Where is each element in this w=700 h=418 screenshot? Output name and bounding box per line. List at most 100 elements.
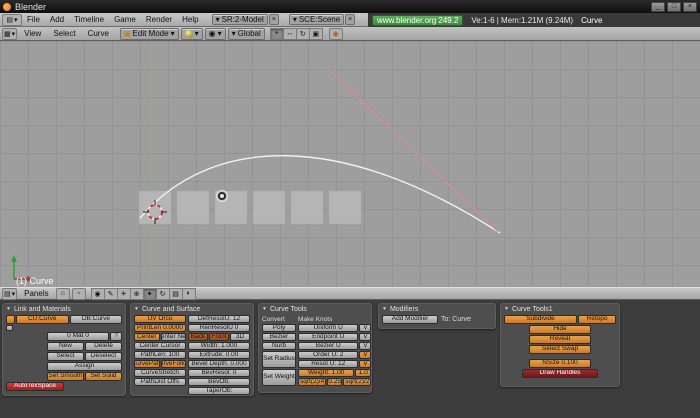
minimize-button[interactable]: _ [651,1,665,12]
screen-selector[interactable]: ▾ SR:2-Model [211,14,268,25]
weight-sqrt2-4-button[interactable]: sqrt(2)/4 [298,378,327,386]
convert-poly-button[interactable]: Poly [262,324,296,332]
rotate-manipulator-icon[interactable]: ↻ [295,27,310,40]
nsize-field[interactable]: NSize 0.100 [529,359,591,368]
shading-context-icon[interactable]: ☀ [116,287,131,300]
front-toggle[interactable]: Front [209,333,229,341]
viewport-canvas[interactable]: (1) Curve [0,41,700,287]
panels-menu[interactable]: Panels [19,289,53,298]
curve-datablock-field[interactable]: CU:Curve [16,315,69,324]
delete-screen-button[interactable]: × [268,14,279,25]
object-context-icon[interactable]: ⊕ [129,287,144,300]
material-new-button[interactable]: New [47,342,84,351]
collapse-triangle-icon[interactable]: ▼ [134,306,139,312]
weight-1-button[interactable]: 1.0 [355,369,371,377]
scene-selector[interactable]: ▾ SCE:Scene [288,14,345,25]
autotexspace-button[interactable]: AutoTexSpace [6,382,64,391]
width-field[interactable]: Width: 1.000 [188,342,250,350]
hide-button[interactable]: Hide [529,325,591,334]
collapse-triangle-icon[interactable]: ▼ [262,306,267,312]
fake-user-button[interactable] [6,325,13,331]
menu-game[interactable]: Game [109,15,141,24]
panel-header[interactable]: ▼ Curve and Surface [131,304,253,314]
center-cursor-button[interactable]: Center Cursor [134,342,186,350]
collapse-triangle-icon[interactable]: ▼ [504,306,509,312]
bevresol-field[interactable]: BevResol: 0 [188,369,250,377]
delete-scene-button[interactable]: × [345,14,356,25]
hand-tool-icon[interactable]: + [269,27,284,40]
bezier-u-button[interactable]: Bezier U [298,342,359,350]
defresolu-field[interactable]: DefResolU: 12 [188,315,250,323]
pivot-dropdown[interactable]: ◉ ▾ [204,27,226,40]
buttons-window-type-button[interactable]: ▤ ▾ [2,287,18,300]
renresolu-field[interactable]: RenResolU 0 [188,324,250,332]
endpoint-v-button[interactable]: V [359,333,371,341]
material-select-button[interactable]: Select [47,352,84,361]
script-context-icon[interactable]: ✎ [103,287,118,300]
resol-u-field[interactable]: Resol U: 12 [298,360,359,368]
translate-manipulator-icon[interactable]: ↔ [282,27,297,40]
pathlen-field[interactable]: PathLen: 100 [134,351,186,359]
window-type-menu-button[interactable]: ▤ ▾ [2,13,22,26]
material-deselect-button[interactable]: Deselect [85,352,122,361]
back-toggle[interactable]: Back [188,333,208,341]
proportional-edit-icon[interactable]: ◉ [328,27,343,40]
center-button[interactable]: Center [134,333,160,341]
taperob-field[interactable]: TaperOb: [188,387,250,395]
physics-context-icon[interactable]: ↻ [155,287,170,300]
menu-help[interactable]: Help [177,15,203,24]
panel-header[interactable]: ▼ Link and Materials [3,304,125,314]
menu-curve[interactable]: Curve [83,29,114,38]
datablock-browse-icon[interactable] [6,315,15,324]
bevob-field[interactable]: BevOb: [188,378,250,386]
draw-type-dropdown[interactable]: ▾ [180,27,203,40]
extrude-field[interactable]: Extrude: 0.00 [188,351,250,359]
weight-025-button[interactable]: 0.25 [327,378,343,386]
draw-handles-toggle[interactable]: Draw Handles [522,369,598,378]
order-v-field[interactable]: V [359,351,371,359]
curvefollow-toggle[interactable]: CurveFollow [160,360,186,368]
object-datablock-field[interactable]: OB:Curve [69,315,122,324]
center-new-button[interactable]: Center New [160,333,186,341]
set-radius-button[interactable]: Set Radius [262,351,296,368]
material-assign-button[interactable]: Assign [47,362,122,371]
resol-v-field[interactable]: V [359,360,371,368]
set-weight-button[interactable]: Set Weight [262,369,296,386]
curvestretch-toggle[interactable]: CurveStretch [134,369,186,377]
collapse-triangle-icon[interactable]: ▼ [382,306,387,312]
panel-header[interactable]: ▼ Modifiers [379,304,495,314]
maximize-button[interactable]: □ [667,1,681,12]
orientation-dropdown[interactable]: ▾ Global [227,27,265,40]
uniform-u-button[interactable]: Uniform U [298,324,359,332]
select-swap-button[interactable]: Select Swap [529,345,591,354]
set-solid-button[interactable]: Set Solid [85,372,122,381]
order-u-field[interactable]: Order U: 2 [298,351,359,359]
convert-nurb-button[interactable]: Nurb [262,342,296,350]
menu-timeline[interactable]: Timeline [69,15,109,24]
panel-header[interactable]: ▼ Curve Tools1 [501,304,619,314]
bevel-depth-field[interactable]: Bevel Depth: 0.000 [188,360,250,368]
subdivide-button[interactable]: Subdivide [504,315,577,324]
close-button[interactable]: × [683,1,697,12]
set-smooth-button[interactable]: Set Smooth [47,372,84,381]
zoom-icon[interactable]: ▫ [71,287,86,300]
viewport-type-menu-button[interactable]: ▦ ▾ [2,27,18,40]
bezier-v-button[interactable]: V [359,342,371,350]
convert-bezier-button[interactable]: Bezier [262,333,296,341]
scene-context-icon[interactable]: ▤ [168,287,183,300]
collapse-triangle-icon[interactable]: ▼ [6,306,11,312]
home-view-icon[interactable]: ⌂ [55,287,70,300]
endpoint-u-button[interactable]: Endpoint U [298,333,359,341]
pathdist-offs-toggle[interactable]: PathDist Offs [134,378,186,386]
material-delete-button[interactable]: Delete [85,342,122,351]
world-context-icon[interactable]: ◐ [181,287,196,300]
uv-orco-toggle[interactable]: UV Orco [134,315,186,323]
threed-toggle[interactable]: 3D [230,333,250,341]
add-modifier-button[interactable]: Add Modifier [382,315,438,324]
menu-view[interactable]: View [19,29,46,38]
editing-context-icon[interactable]: ✦ [142,287,157,300]
menu-file[interactable]: File [22,15,45,24]
material-index-field[interactable]: 0 Mat 0 [47,332,109,341]
panel-header[interactable]: ▼ Curve Tools [259,304,371,314]
reveal-button[interactable]: Reveal [529,335,591,344]
